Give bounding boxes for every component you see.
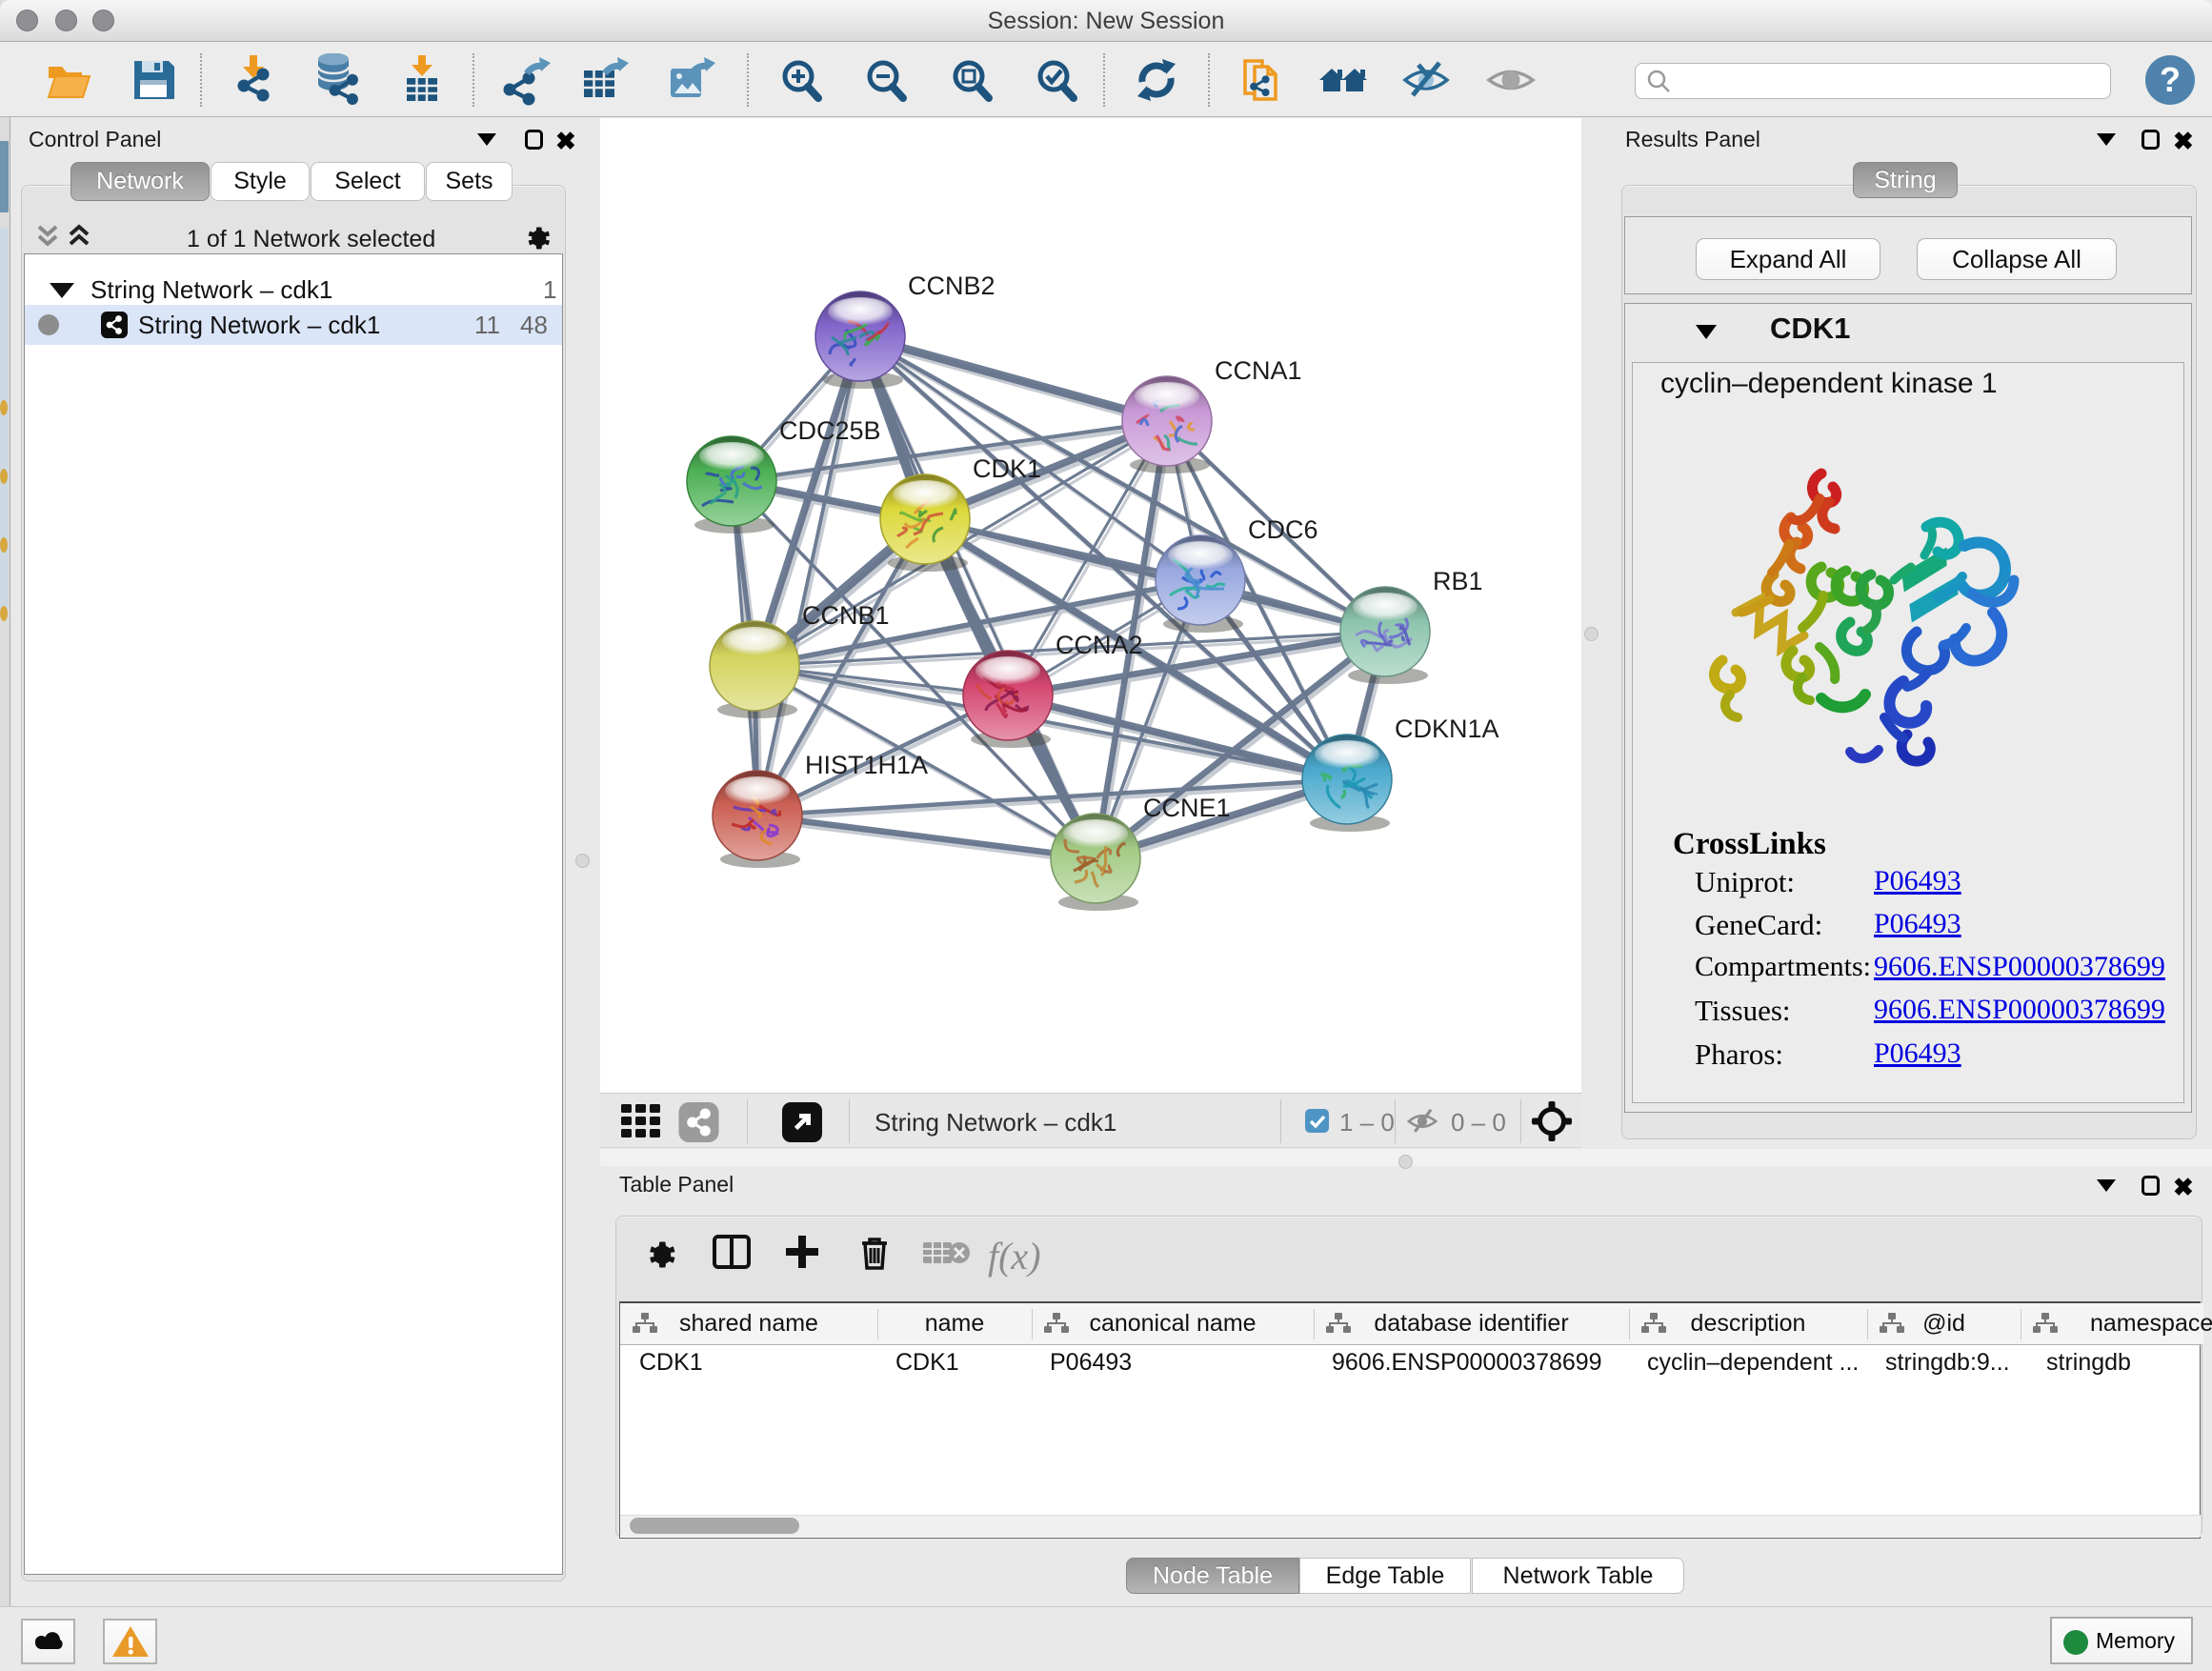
svg-text:CDKN1A: CDKN1A — [1395, 715, 1499, 743]
svg-text:CCNE1: CCNE1 — [1143, 794, 1231, 822]
svg-text:CCNA1: CCNA1 — [1215, 356, 1302, 385]
svg-text:CDC25B: CDC25B — [779, 416, 881, 445]
svg-text:CDK1: CDK1 — [973, 454, 1041, 483]
svg-text:CCNB2: CCNB2 — [908, 272, 995, 300]
svg-text:HIST1H1A: HIST1H1A — [805, 751, 928, 779]
svg-text:CCNB1: CCNB1 — [802, 601, 890, 630]
svg-text:CDC6: CDC6 — [1248, 515, 1318, 544]
svg-text:RB1: RB1 — [1433, 567, 1483, 595]
svg-text:CCNA2: CCNA2 — [1056, 631, 1143, 659]
